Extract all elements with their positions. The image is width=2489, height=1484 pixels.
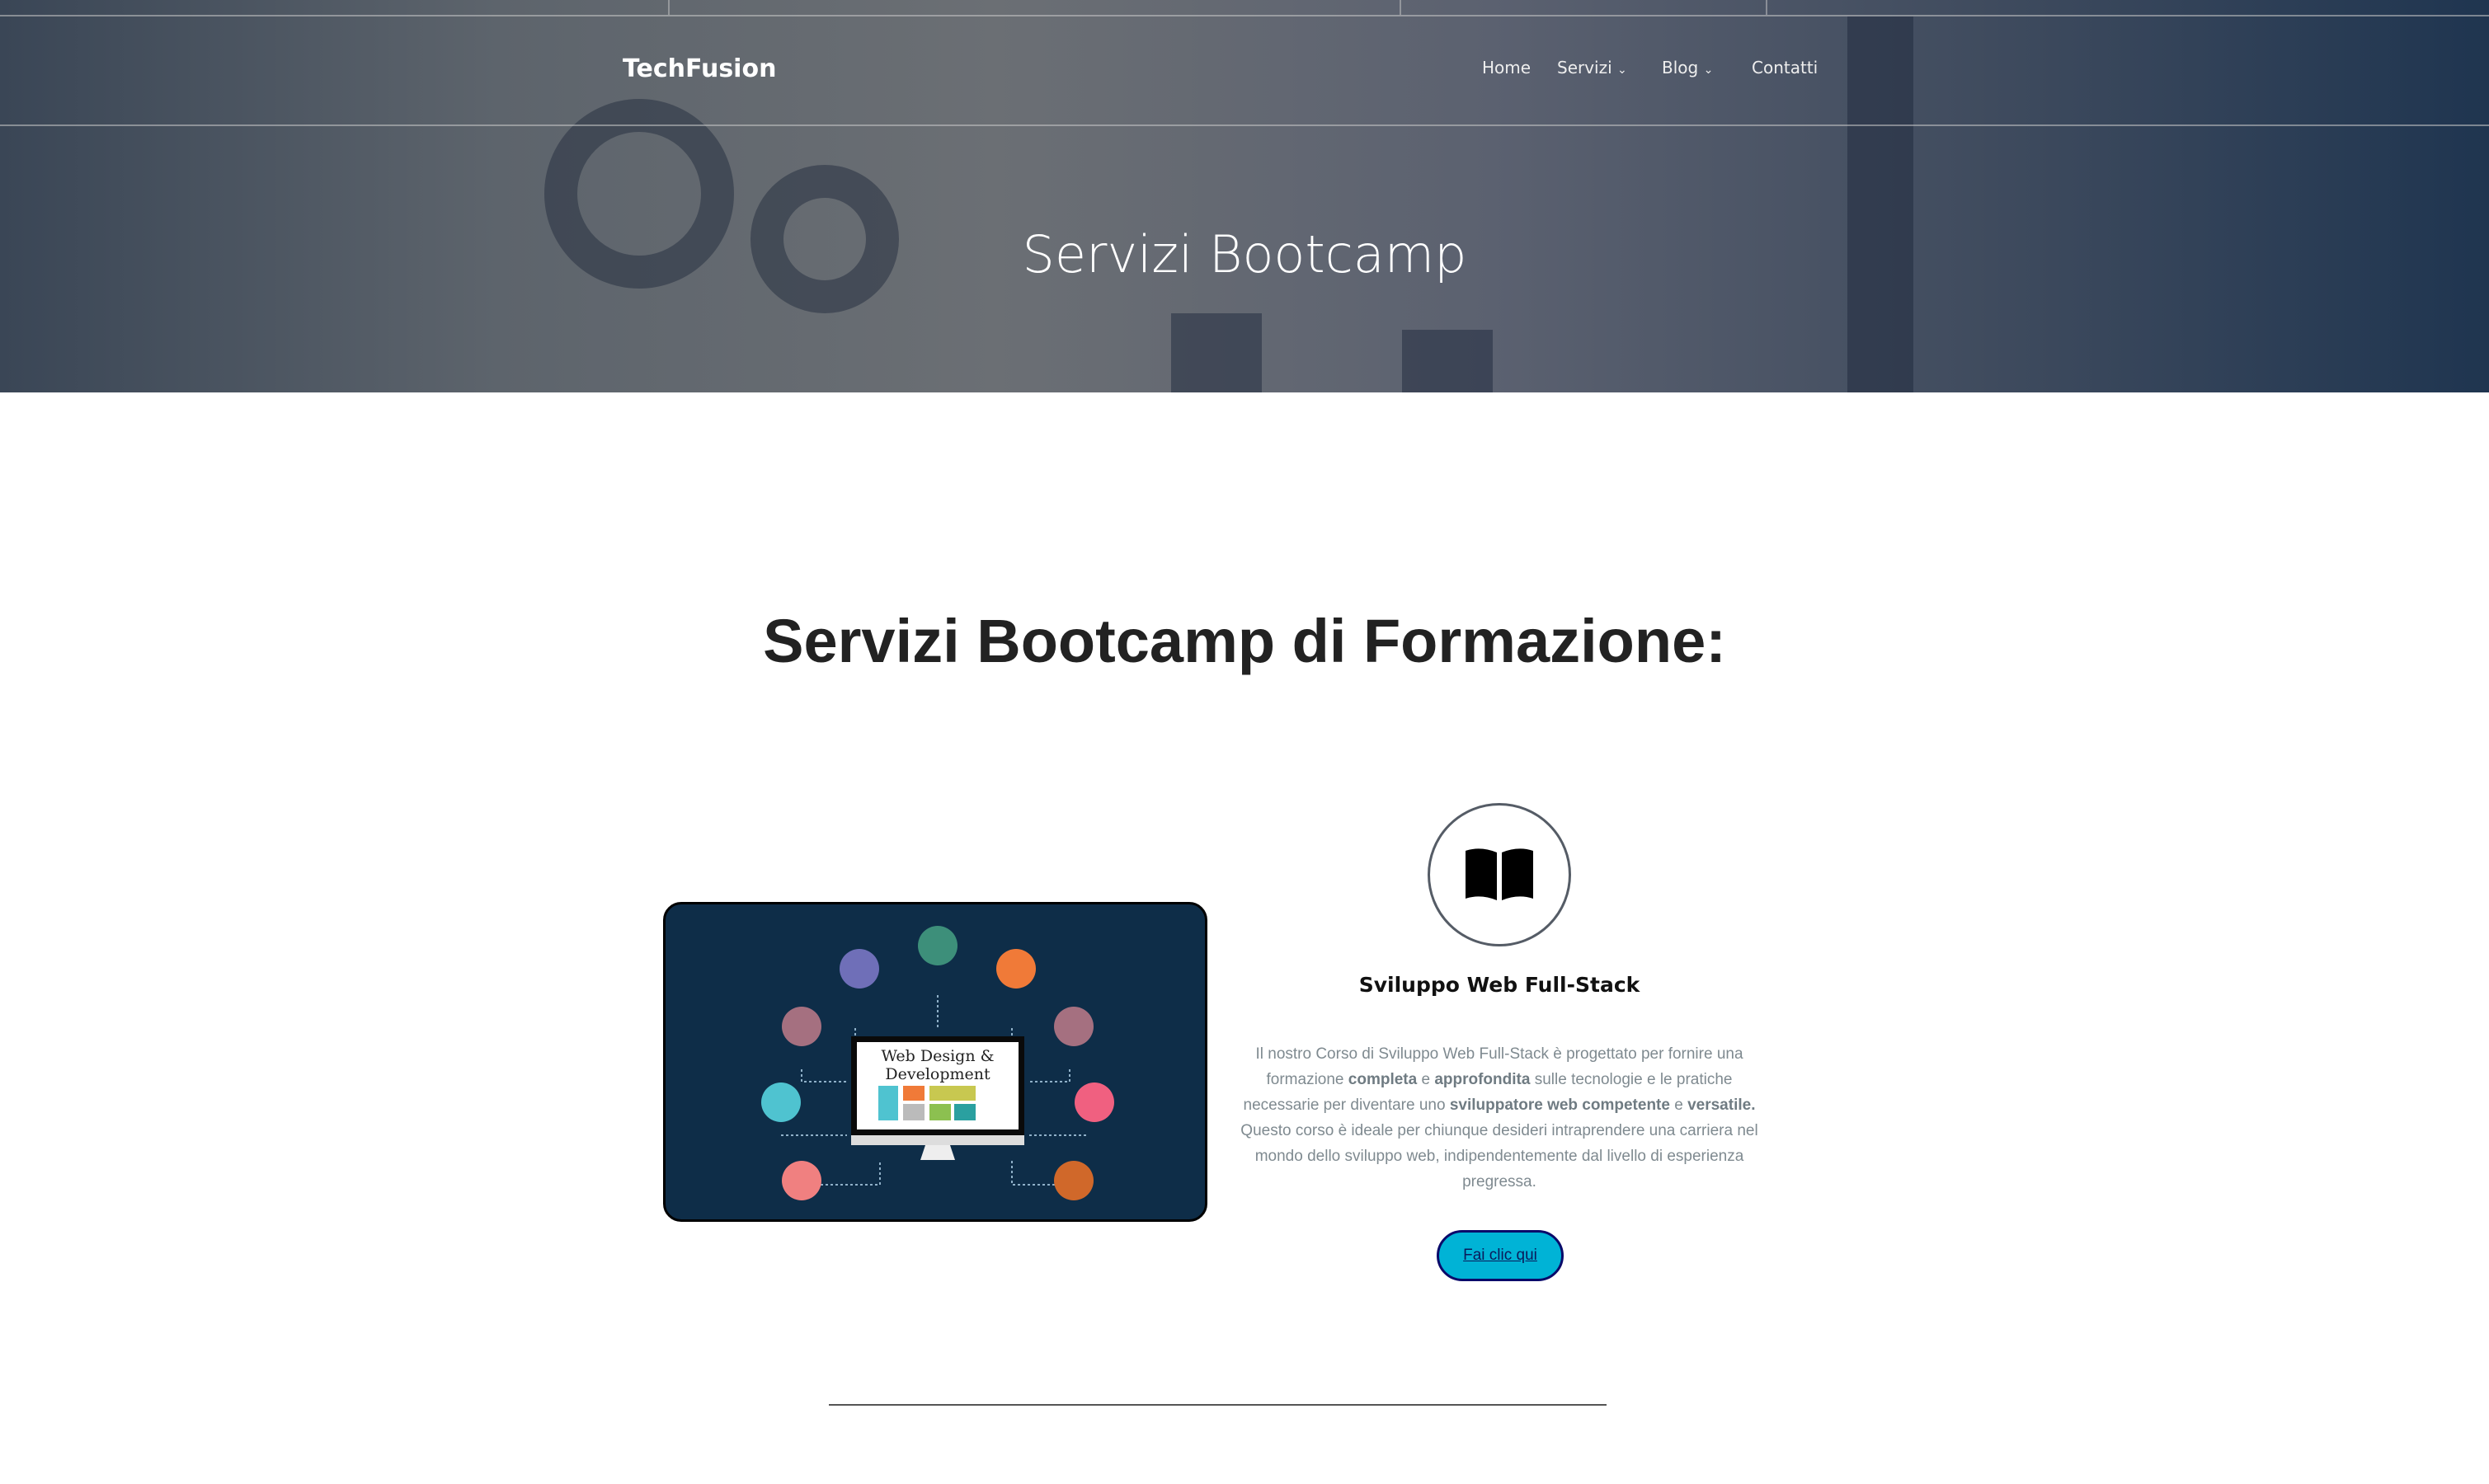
nav-contatti[interactable]: Contatti [1752,58,1818,77]
chart-bar-graphic [1402,330,1493,392]
logo[interactable]: TechFusion [623,54,776,83]
illustration-text: Development [885,1065,990,1083]
chevron-down-icon: ⌄ [1703,63,1714,77]
section-divider [829,1404,1607,1406]
hero-title: Servizi Bootcamp [1022,224,1467,284]
open-book-icon [1466,848,1533,900]
chart-bar-graphic [1847,16,1913,392]
nav-home[interactable]: Home [1482,58,1531,77]
section-heading: Servizi Bootcamp di Formazione: [763,607,1726,675]
book-icon-badge [1428,803,1571,946]
card-title: Sviluppo Web Full-Stack [1358,973,1640,997]
nav-label: Servizi [1557,58,1612,77]
illustration-text: Web Design & [881,1047,994,1065]
nav-blog[interactable]: Blog ⌄ [1662,58,1713,77]
fai-clic-qui-button[interactable]: Fai clic qui [1437,1230,1564,1281]
chart-bar-graphic [1171,313,1262,392]
web-design-illustration: Web Design & Development [663,902,1207,1222]
nav-label: Blog [1662,58,1699,77]
chevron-down-icon: ⌄ [1617,63,1627,77]
card-description: Il nostro Corso di Sviluppo Web Full-Sta… [1240,1045,1758,1190]
hero-banner: TechFusion Home Servizi ⌄ Blog ⌄ Contatt… [0,0,2489,392]
divider [0,124,2489,126]
nav-servizi[interactable]: Servizi ⌄ [1557,58,1627,77]
divider [0,15,2489,16]
